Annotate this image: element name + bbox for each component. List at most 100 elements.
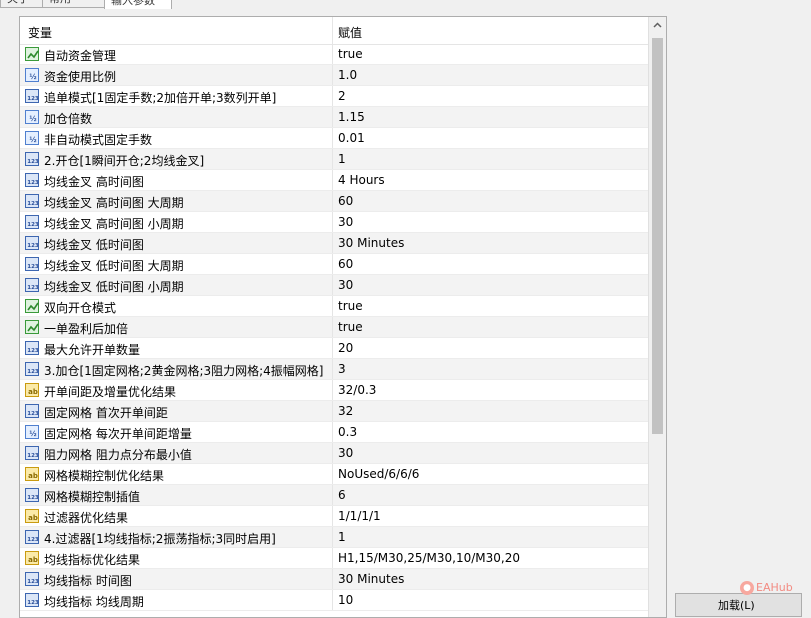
parameter-value[interactable]: 1 xyxy=(338,530,346,544)
string-type-icon: ab xyxy=(25,467,39,481)
row-column-divider xyxy=(332,338,333,359)
row-column-divider xyxy=(332,422,333,443)
double-type-icon: ½ xyxy=(25,131,39,145)
parameter-value[interactable]: 30 xyxy=(338,446,353,460)
boolean-type-icon xyxy=(25,299,39,313)
boolean-type-icon xyxy=(25,47,39,61)
parameter-value[interactable]: 4 Hours xyxy=(338,173,385,187)
parameter-value[interactable]: true xyxy=(338,320,363,334)
parameter-value[interactable]: 1 xyxy=(338,152,346,166)
scrollbar-thumb[interactable] xyxy=(652,38,663,434)
parameter-value[interactable]: 20 xyxy=(338,341,353,355)
row-column-divider xyxy=(332,254,333,275)
row-column-divider xyxy=(332,86,333,107)
parameter-value[interactable]: NoUsed/6/6/6 xyxy=(338,467,419,481)
parameter-row[interactable]: 123 3.加仓[1固定网格;2黄金网格;3阻力网格;4振幅网格] 3 xyxy=(20,359,648,380)
svg-text:123: 123 xyxy=(27,243,39,249)
parameter-row[interactable]: 123 阻力网格 阻力点分布最小值 30 xyxy=(20,443,648,464)
column-header-value[interactable]: 赋值 xyxy=(338,24,362,41)
column-header-variable[interactable]: 变量 xyxy=(28,24,52,41)
parameter-row[interactable]: 123 均线指标 均线周期 10 xyxy=(20,590,648,611)
parameter-value[interactable]: 3 xyxy=(338,362,346,376)
svg-text:123: 123 xyxy=(27,96,39,102)
parameter-row[interactable]: 123 最大允许开单数量 20 xyxy=(20,338,648,359)
parameter-row[interactable]: 123 固定网格 首次开单间距 32 xyxy=(20,401,648,422)
parameter-value[interactable]: 32 xyxy=(338,404,353,418)
parameter-row[interactable]: 123 4.过滤器[1均线指标;2振荡指标;3同时启用] 1 xyxy=(20,527,648,548)
parameter-row[interactable]: 自动资金管理 true xyxy=(20,44,648,65)
row-column-divider xyxy=(332,401,333,422)
parameter-row[interactable]: ½ 非自动模式固定手数 0.01 xyxy=(20,128,648,149)
integer-type-icon: 123 xyxy=(25,341,39,355)
integer-type-icon: 123 xyxy=(25,236,39,250)
parameter-row[interactable]: 123 均线金叉 高时间图 小周期 30 xyxy=(20,212,648,233)
parameter-value[interactable]: 60 xyxy=(338,194,353,208)
parameter-value[interactable]: 30 xyxy=(338,278,353,292)
row-column-divider xyxy=(332,275,333,296)
parameter-value[interactable]: true xyxy=(338,47,363,61)
tab-input-params[interactable]: 输入参数 xyxy=(104,0,172,9)
svg-text:123: 123 xyxy=(27,348,39,354)
parameter-value[interactable]: 32/0.3 xyxy=(338,383,376,397)
parameter-row[interactable]: ab 均线指标优化结果 H1,15/M30,25/M30,10/M30,20 xyxy=(20,548,648,569)
parameter-row[interactable]: 123 网格模糊控制插值 6 xyxy=(20,485,648,506)
parameter-value[interactable]: 1/1/1/1 xyxy=(338,509,381,523)
parameter-value[interactable]: H1,15/M30,25/M30,10/M30,20 xyxy=(338,551,520,565)
integer-type-icon: 123 xyxy=(25,278,39,292)
integer-type-icon: 123 xyxy=(25,362,39,376)
parameter-row[interactable]: ab 开单间距及增量优化结果 32/0.3 xyxy=(20,380,648,401)
vertical-scrollbar[interactable] xyxy=(648,17,666,617)
parameter-row[interactable]: 双向开仓模式 true xyxy=(20,296,648,317)
parameter-row[interactable]: ab 过滤器优化结果 1/1/1/1 xyxy=(20,506,648,527)
parameter-name: 均线金叉 低时间图 xyxy=(44,238,144,252)
parameter-name: 加仓倍数 xyxy=(44,112,93,126)
parameter-name: 网格模糊控制优化结果 xyxy=(44,469,165,483)
parameter-row[interactable]: 一单盈利后加倍 true xyxy=(20,317,648,338)
parameter-name: 开单间距及增量优化结果 xyxy=(44,385,177,399)
parameter-row[interactable]: ½ 固定网格 每次开单间距增量 0.3 xyxy=(20,422,648,443)
string-type-icon: ab xyxy=(25,551,39,565)
parameter-value[interactable]: 1.15 xyxy=(338,110,365,124)
row-column-divider xyxy=(332,548,333,569)
svg-text:123: 123 xyxy=(27,411,39,417)
parameter-value[interactable]: 6 xyxy=(338,488,346,502)
parameter-row[interactable]: 123 均线金叉 低时间图 大周期 60 xyxy=(20,254,648,275)
parameter-value[interactable]: 30 xyxy=(338,215,353,229)
parameter-value[interactable]: 30 Minutes xyxy=(338,572,404,586)
integer-type-icon: 123 xyxy=(25,572,39,586)
parameter-value[interactable]: 10 xyxy=(338,593,353,607)
parameter-row[interactable]: 123 均线金叉 高时间图 4 Hours xyxy=(20,170,648,191)
parameter-row[interactable]: 123 均线金叉 高时间图 大周期 60 xyxy=(20,191,648,212)
parameter-value[interactable]: true xyxy=(338,299,363,313)
svg-text:123: 123 xyxy=(27,453,39,459)
parameter-value[interactable]: 2 xyxy=(338,89,346,103)
parameter-row[interactable]: ab 网格模糊控制优化结果 NoUsed/6/6/6 xyxy=(20,464,648,485)
integer-type-icon: 123 xyxy=(25,488,39,502)
svg-text:ab: ab xyxy=(28,472,38,480)
parameter-row[interactable]: 123 均线金叉 低时间图 30 Minutes xyxy=(20,233,648,254)
parameter-row[interactable]: 123 追单模式[1固定手数;2加倍开单;3数列开单] 2 xyxy=(20,86,648,107)
parameter-name: 固定网格 首次开单间距 xyxy=(44,406,168,420)
row-column-divider xyxy=(332,359,333,380)
parameter-row[interactable]: 123 均线金叉 低时间图 小周期 30 xyxy=(20,275,648,296)
parameter-value[interactable]: 60 xyxy=(338,257,353,271)
parameter-value[interactable]: 30 Minutes xyxy=(338,236,404,250)
scroll-up-arrow-icon[interactable] xyxy=(649,17,666,34)
parameter-name: 阻力网格 阻力点分布最小值 xyxy=(44,448,192,462)
tab-about[interactable]: 关于 xyxy=(0,0,44,8)
row-column-divider xyxy=(332,317,333,338)
svg-text:123: 123 xyxy=(27,369,39,375)
parameter-row[interactable]: 123 均线指标 时间图 30 Minutes xyxy=(20,569,648,590)
row-column-divider xyxy=(332,443,333,464)
tab-common[interactable]: 常用 xyxy=(42,0,106,8)
parameter-value[interactable]: 0.01 xyxy=(338,131,365,145)
parameter-value[interactable]: 1.0 xyxy=(338,68,357,82)
parameter-row[interactable]: 123 2.开仓[1瞬间开仓;2均线金叉] 1 xyxy=(20,149,648,170)
tab-strip: 关于 常用 输入参数 xyxy=(0,0,811,9)
load-button[interactable]: 加载(L) xyxy=(675,593,802,617)
parameter-row[interactable]: ½ 加仓倍数 1.15 xyxy=(20,107,648,128)
parameter-value[interactable]: 0.3 xyxy=(338,425,357,439)
parameter-name: 过滤器优化结果 xyxy=(44,511,129,525)
column-separator[interactable] xyxy=(332,17,333,44)
parameter-row[interactable]: ½ 资金使用比例 1.0 xyxy=(20,65,648,86)
